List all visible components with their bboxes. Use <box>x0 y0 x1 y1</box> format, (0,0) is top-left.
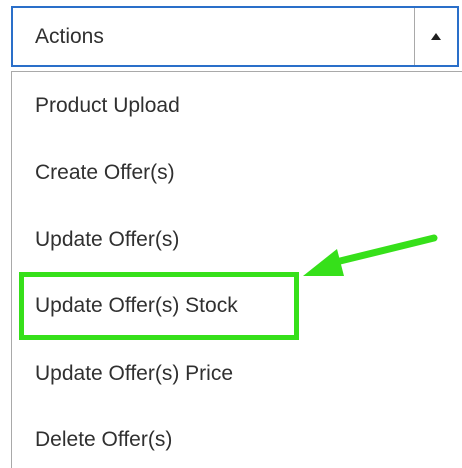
actions-select[interactable]: Actions <box>11 6 459 67</box>
menu-item-delete-offers[interactable]: Delete Offer(s) <box>35 426 172 454</box>
menu-item-update-offers-price[interactable]: Update Offer(s) Price <box>35 360 233 388</box>
actions-menu: Product Upload Create Offer(s) Update Of… <box>11 71 462 468</box>
menu-item-create-offers[interactable]: Create Offer(s) <box>35 159 175 187</box>
highlight-box <box>19 272 299 340</box>
menu-item-product-upload[interactable]: Product Upload <box>35 92 180 120</box>
menu-item-update-offers[interactable]: Update Offer(s) <box>35 226 179 254</box>
dropdown-toggle-button[interactable] <box>414 8 457 65</box>
actions-select-label: Actions <box>35 25 104 48</box>
caret-up-icon <box>431 33 441 40</box>
